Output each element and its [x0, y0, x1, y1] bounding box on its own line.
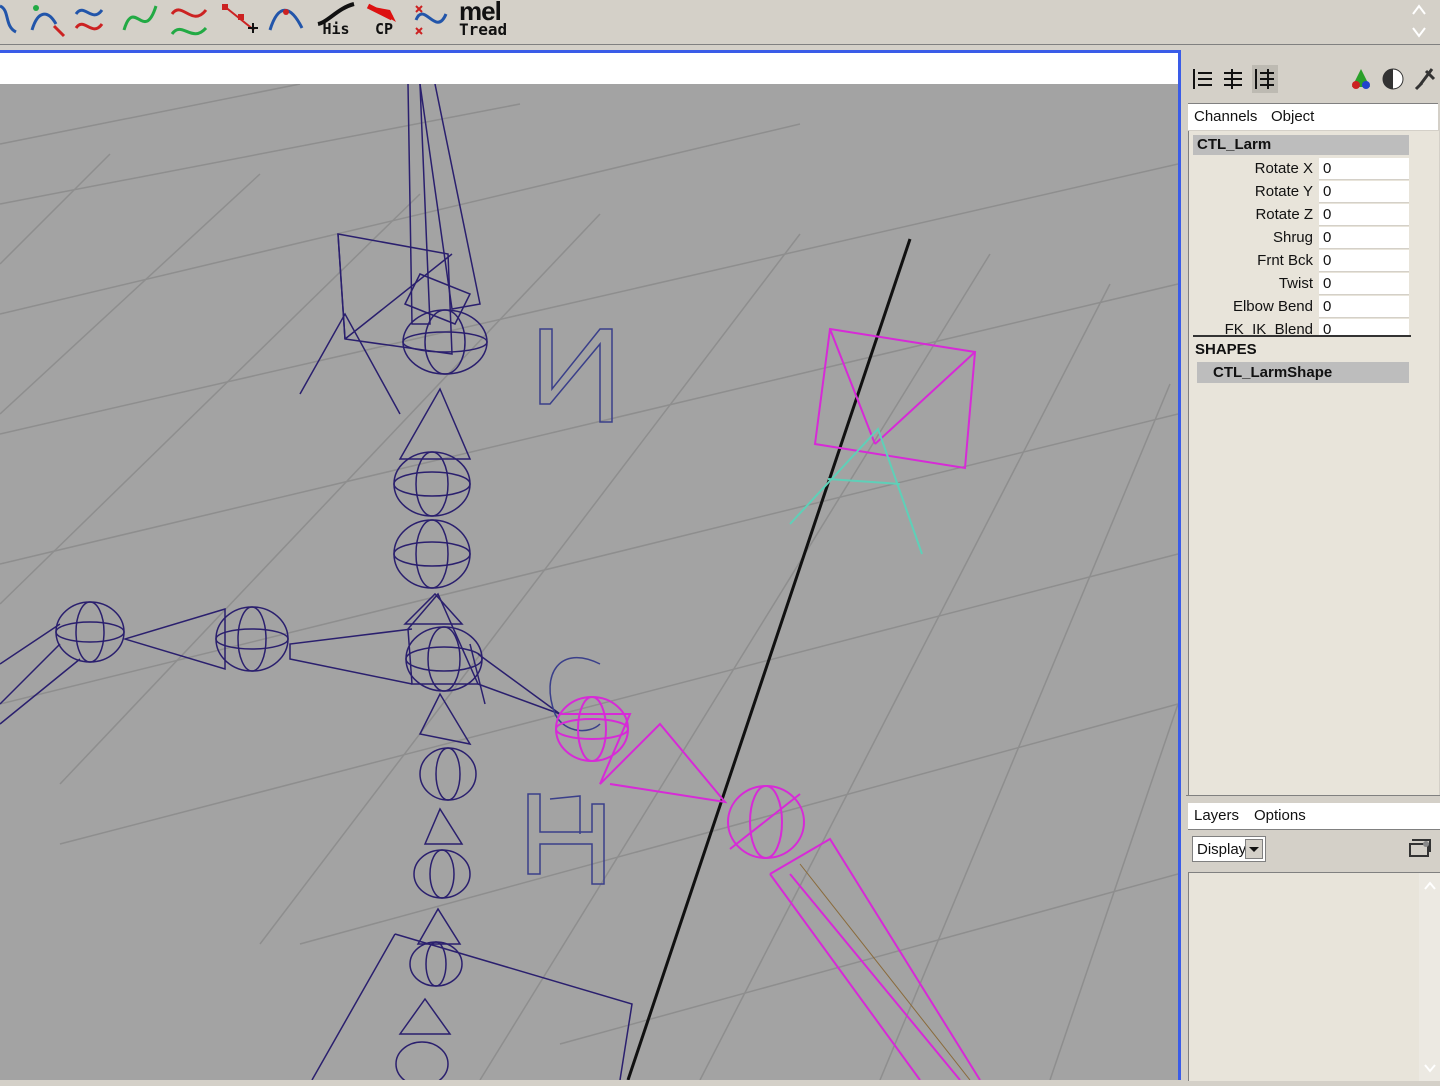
layer-editor-menubar: Layers Options	[1188, 803, 1440, 830]
attr-row-twist[interactable]: Twist 0	[1193, 273, 1409, 295]
layer-list[interactable]	[1188, 872, 1440, 1081]
attr-row-shrug[interactable]: Shrug 0	[1193, 227, 1409, 249]
attr-field[interactable]: 0	[1319, 273, 1409, 295]
layer-type-dropdown[interactable]: Display	[1192, 836, 1266, 862]
curve-pencil-icon[interactable]	[26, 0, 70, 40]
layer-scrollbar[interactable]	[1419, 873, 1440, 1081]
history-button[interactable]: His	[314, 0, 358, 40]
tread-label[interactable]: Tread	[459, 20, 507, 39]
axis-line	[626, 238, 912, 1081]
channel-box-toggle-icon[interactable]	[1190, 65, 1216, 93]
layer-toolbar: Display	[1188, 830, 1440, 870]
viewport-canvas[interactable]	[0, 83, 1179, 1086]
skeleton-joints	[0, 83, 633, 1086]
tool-settings-icon[interactable]	[1348, 65, 1374, 93]
selected-arm-control	[555, 327, 981, 1081]
attr-field[interactable]: 0	[1319, 296, 1409, 318]
scene-wireframe	[0, 83, 1179, 1086]
new-layer-icon[interactable]	[1404, 834, 1434, 864]
node-name[interactable]: CTL_Larm	[1193, 135, 1409, 155]
attr-label: Twist	[1278, 275, 1313, 292]
shapes-heading: SHAPES	[1195, 341, 1257, 358]
wave-curve-icon[interactable]	[72, 0, 116, 40]
attr-row-elbow-bend[interactable]: Elbow Bend 0	[1193, 296, 1409, 318]
blend-curve-icon[interactable]	[168, 0, 212, 40]
render-globals-icon[interactable]	[1380, 65, 1406, 93]
attr-label: Rotate X	[1254, 160, 1313, 177]
shelf-scrollbar[interactable]	[1408, 0, 1430, 42]
menu-layers[interactable]: Layers	[1194, 807, 1239, 824]
attr-row-rotate-z[interactable]: Rotate Z 0	[1193, 204, 1409, 226]
sine-curve-icon[interactable]	[120, 0, 164, 40]
attr-row-fk-ik-blend[interactable]: FK_IK_Blend 0	[1193, 319, 1409, 335]
shelf-toolbar: His CP mel Tread	[0, 0, 1440, 45]
attr-field[interactable]: 0	[1319, 227, 1409, 249]
attribute-divider	[1193, 335, 1411, 337]
menu-object[interactable]: Object	[1271, 108, 1314, 125]
attr-field[interactable]: 0	[1319, 250, 1409, 272]
menu-options[interactable]: Options	[1254, 807, 1306, 824]
attr-label: FK_IK_Blend	[1224, 321, 1313, 335]
chevron-down-icon[interactable]	[1245, 839, 1263, 859]
menu-channels[interactable]: Channels	[1194, 108, 1257, 125]
perspective-viewport[interactable]	[0, 50, 1181, 1086]
attr-label: Shrug	[1272, 229, 1313, 246]
attr-field[interactable]: 0	[1319, 204, 1409, 226]
cp-button[interactable]: CP	[362, 0, 406, 40]
attr-label: Rotate Z	[1255, 206, 1313, 223]
attr-row-rotate-y[interactable]: Rotate Y 0	[1193, 181, 1409, 203]
attr-row-rotate-x[interactable]: Rotate X 0	[1193, 158, 1409, 180]
curve-edit-icon[interactable]	[266, 0, 310, 40]
pin-icon[interactable]	[1412, 65, 1438, 93]
channel-list: CTL_Larm Rotate X 0 Rotate Y 0 Rotate Z …	[1188, 131, 1439, 795]
channel-layer-toggle-icon[interactable]	[1252, 65, 1278, 93]
attribute-editor-toggle-icon[interactable]	[1220, 65, 1246, 93]
attr-field[interactable]: 0	[1319, 319, 1409, 335]
viewport-glyph-labels	[527, 328, 613, 885]
attr-label: Rotate Y	[1254, 183, 1313, 200]
channel-box-panel: Channels Object CTL_Larm Rotate X 0 Rota…	[1186, 55, 1440, 795]
attr-row-frnt-bck[interactable]: Frnt Bck 0	[1193, 250, 1409, 272]
channel-box-menubar: Channels Object	[1188, 103, 1438, 130]
shape-node-name[interactable]: CTL_LarmShape	[1197, 362, 1409, 383]
arm-bone-line	[799, 863, 971, 1081]
cv-add-icon[interactable]	[218, 0, 262, 40]
attr-field[interactable]: 0	[1319, 181, 1409, 203]
attr-field[interactable]: 0	[1319, 158, 1409, 180]
attr-label: Frnt Bck	[1257, 252, 1313, 269]
attr-label: Elbow Bend	[1232, 298, 1313, 315]
curve-x-icon[interactable]	[410, 0, 454, 40]
ground-grid	[0, 83, 1179, 1081]
